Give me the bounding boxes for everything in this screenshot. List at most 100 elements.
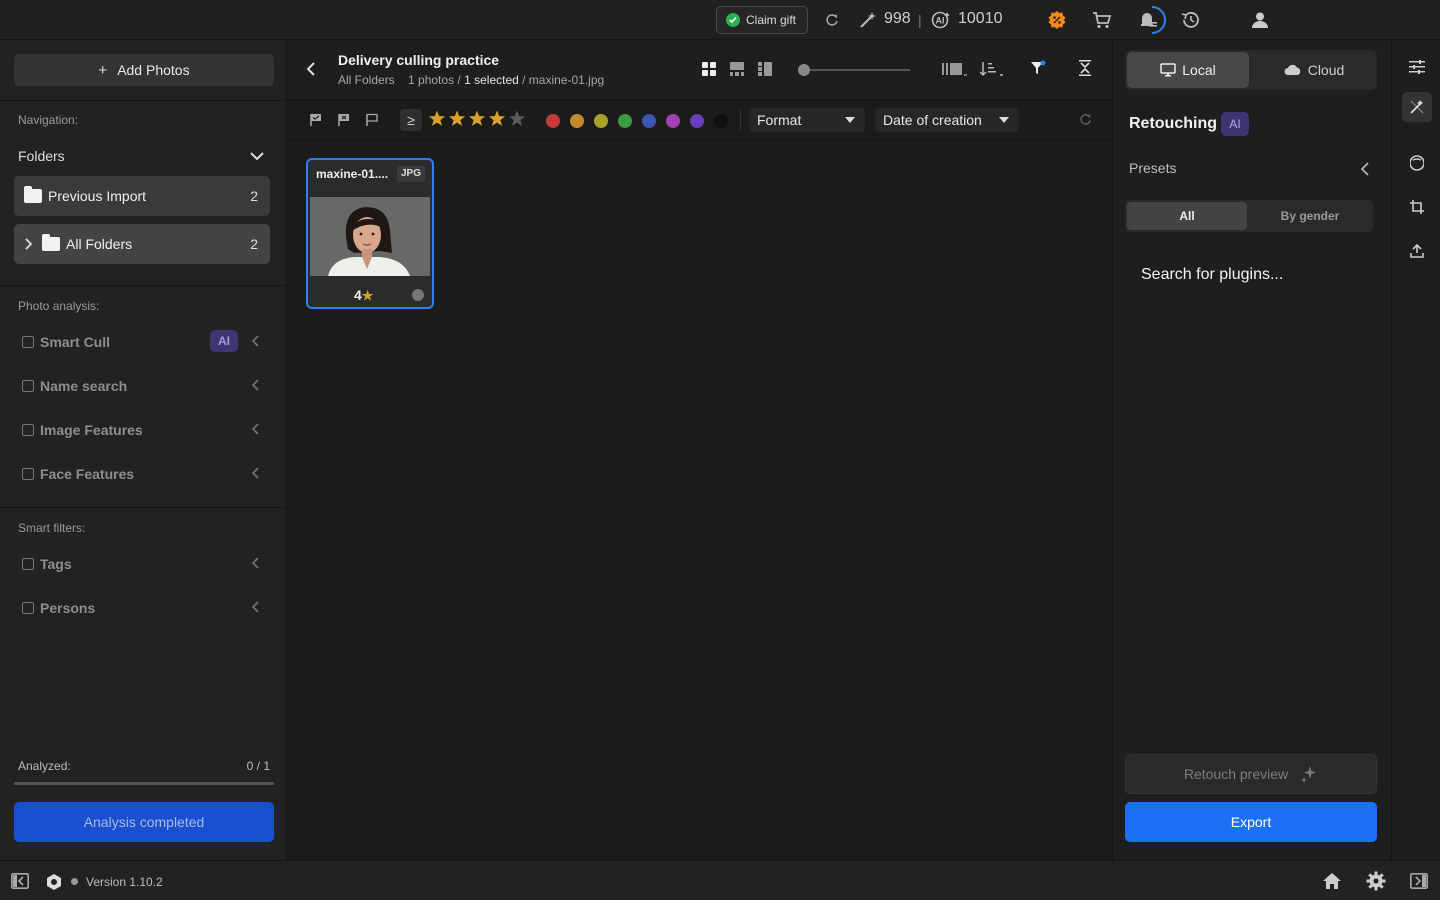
color-label-dot[interactable] — [546, 114, 560, 128]
analyzed-value: 0 / 1 — [246, 759, 270, 773]
color-label-dot[interactable] — [618, 114, 632, 128]
color-label-dot[interactable] — [690, 114, 704, 128]
tab-cloud[interactable]: Cloud — [1253, 52, 1375, 88]
retouch-preview-button[interactable]: Retouch preview — [1125, 754, 1377, 794]
flag-picked-icon[interactable] — [310, 113, 322, 127]
chevron-left-icon[interactable] — [252, 467, 260, 479]
share-export-icon[interactable] — [1402, 236, 1432, 266]
checkbox[interactable] — [22, 468, 34, 480]
monitor-icon — [1160, 63, 1177, 77]
format-select[interactable]: Format — [749, 108, 865, 132]
tab-local[interactable]: Local — [1127, 52, 1249, 88]
analysis-completed-button[interactable]: Analysis completed — [14, 802, 274, 842]
star-icon[interactable] — [448, 110, 466, 126]
color-label-dot[interactable] — [412, 289, 424, 301]
collapse-left-panel-icon[interactable] — [11, 873, 29, 889]
filter-image-features[interactable]: Image Features — [22, 420, 266, 440]
user-account-icon[interactable] — [1250, 10, 1270, 30]
star-icon[interactable] — [508, 110, 526, 126]
star-icon[interactable] — [468, 110, 486, 126]
grid-view-icon[interactable] — [702, 62, 716, 76]
sort-order-icon[interactable] — [980, 61, 1004, 77]
refresh-icon[interactable] — [822, 10, 842, 30]
thumbnail-size-slider[interactable] — [798, 64, 910, 76]
chevron-right-icon[interactable] — [24, 238, 32, 250]
settings-gear-icon[interactable] — [1366, 871, 1386, 891]
chevron-left-icon[interactable] — [252, 379, 260, 391]
home-icon[interactable] — [1322, 872, 1342, 890]
mask-tool-icon[interactable] — [1402, 148, 1432, 178]
filmstrip-view-icon[interactable] — [730, 62, 744, 76]
notifications-icon[interactable] — [1134, 4, 1166, 36]
filter-tags[interactable]: Tags — [22, 554, 266, 574]
flag-unflagged-icon[interactable] — [366, 113, 378, 127]
history-icon[interactable] — [1180, 10, 1200, 30]
presets-header[interactable]: Presets — [1129, 160, 1369, 176]
filter-face-features[interactable]: Face Features — [22, 464, 266, 484]
collapse-icon[interactable] — [1078, 60, 1092, 76]
filter-persons[interactable]: Persons — [22, 598, 266, 618]
claim-gift-button[interactable]: Claim gift — [716, 6, 808, 34]
filter-smart-cull[interactable]: Smart Cull AI — [22, 330, 266, 352]
checkbox[interactable] — [22, 602, 34, 614]
collection-title: Delivery culling practice — [338, 52, 500, 68]
seg-all[interactable]: All — [1127, 202, 1247, 230]
bottom-bar: Version 1.10.2 — [0, 860, 1440, 900]
checkbox[interactable] — [22, 424, 34, 436]
star-icon: ★ — [361, 288, 374, 303]
folders-dropdown[interactable]: Folders — [18, 147, 264, 165]
checkbox[interactable] — [22, 336, 34, 348]
cloud-icon — [1284, 64, 1302, 76]
star-icon[interactable] — [488, 110, 506, 126]
compare-view-icon[interactable] — [758, 62, 772, 76]
claim-gift-label: Claim gift — [746, 13, 797, 27]
chevron-down-icon — [250, 151, 264, 161]
retouch-tool-icon[interactable] — [1402, 92, 1432, 122]
version-label: Version 1.10.2 — [86, 875, 163, 889]
photo-image — [310, 197, 430, 276]
color-label-dot[interactable] — [666, 114, 680, 128]
checkbox[interactable] — [22, 558, 34, 570]
flag-rejected-icon[interactable] — [338, 113, 350, 127]
color-label-dot[interactable] — [714, 114, 728, 128]
rating-stars[interactable] — [428, 110, 528, 128]
search-plugins-input[interactable]: Search for plugins... — [1141, 266, 1283, 284]
back-chevron-icon[interactable] — [306, 61, 316, 77]
export-button[interactable]: Export — [1125, 802, 1377, 842]
filter-funnel-icon[interactable] — [1030, 60, 1046, 76]
collapse-right-panel-icon[interactable] — [1410, 873, 1428, 889]
discount-icon[interactable] — [1047, 10, 1067, 30]
color-label-dot[interactable] — [570, 114, 584, 128]
adjustments-icon[interactable] — [1402, 52, 1432, 82]
divider — [0, 285, 287, 286]
filter-name-search[interactable]: Name search — [22, 376, 266, 396]
breadcrumb-root[interactable]: All Folders — [338, 73, 395, 87]
svg-text:AI: AI — [936, 16, 945, 26]
rating-operator-button[interactable]: ≥ — [400, 109, 422, 131]
plus-icon: + — [98, 61, 108, 79]
photo-thumbnail[interactable]: maxine-01.... JPG 4★ — [306, 158, 434, 309]
stack-icon[interactable] — [942, 61, 968, 77]
presets-label: Presets — [1129, 160, 1177, 176]
breadcrumb-file: / maxine-01.jpg — [522, 73, 605, 87]
add-photos-button[interactable]: + Add Photos — [14, 54, 274, 86]
cart-icon[interactable] — [1092, 10, 1112, 30]
breadcrumb-count: 1 photos / — [408, 73, 461, 87]
sort-select[interactable]: Date of creation — [875, 108, 1019, 132]
folder-previous-import[interactable]: Previous Import 2 — [14, 176, 270, 216]
star-icon[interactable] — [428, 110, 446, 126]
checkbox[interactable] — [22, 380, 34, 392]
chevron-left-icon[interactable] — [252, 423, 260, 435]
chevron-left-icon[interactable] — [252, 601, 260, 613]
crop-icon[interactable] — [1402, 192, 1432, 222]
photo-rating: 4★ — [354, 287, 373, 304]
chevron-left-icon[interactable] — [1361, 162, 1369, 176]
folder-all-folders[interactable]: All Folders 2 — [14, 224, 270, 264]
chevron-left-icon[interactable] — [252, 557, 260, 569]
seg-by-gender[interactable]: By gender — [1249, 202, 1371, 230]
color-label-dot[interactable] — [642, 114, 656, 128]
folder-icon — [24, 186, 42, 203]
color-label-dot[interactable] — [594, 114, 608, 128]
chevron-left-icon[interactable] — [252, 335, 260, 347]
reset-filters-icon[interactable] — [1079, 113, 1092, 126]
